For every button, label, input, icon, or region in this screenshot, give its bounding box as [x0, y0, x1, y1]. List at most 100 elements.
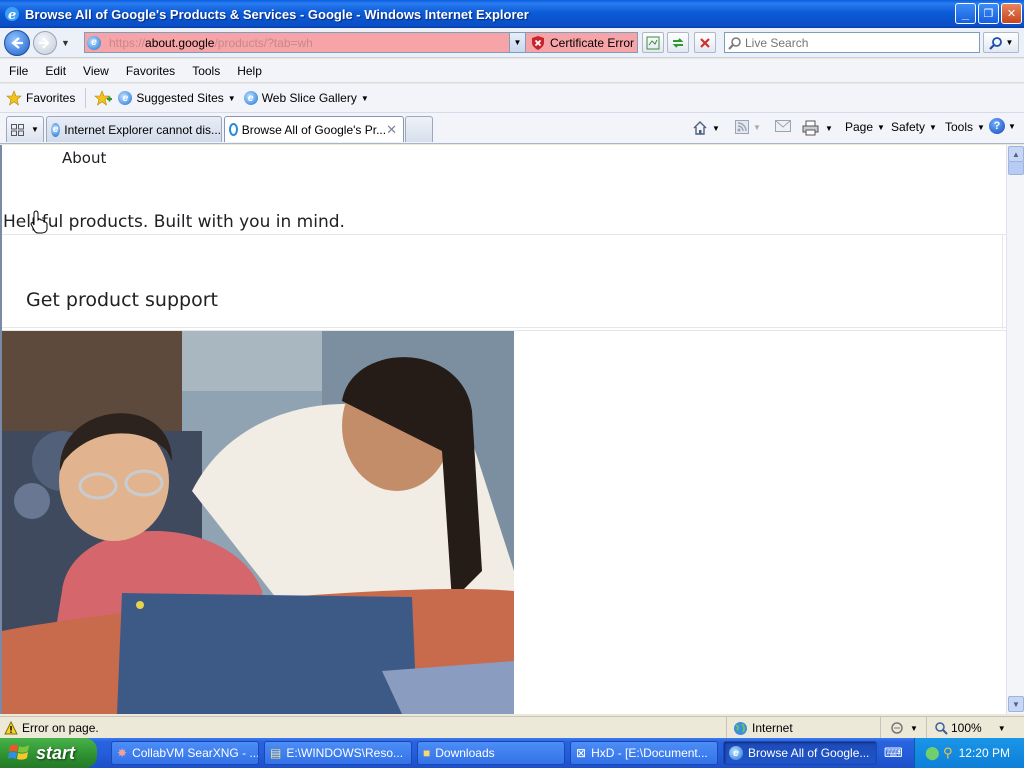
warning-icon[interactable]	[4, 720, 18, 735]
ie-logo-icon: e	[729, 746, 743, 760]
menu-help[interactable]: Help	[228, 64, 270, 78]
hxd-icon: ⊠	[576, 746, 587, 760]
chevron-down-icon: ▼	[929, 122, 937, 132]
taskbar-item-downloads[interactable]: ■ Downloads	[417, 741, 565, 765]
favorites-star-icon	[6, 90, 22, 106]
tab-ie-cannot-display[interactable]: e Internet Explorer cannot dis...	[46, 116, 222, 142]
notepad-icon: ▤	[270, 746, 282, 760]
start-button[interactable]: start	[0, 738, 97, 768]
title-bar[interactable]: e Browse All of Google's Products & Serv…	[0, 0, 1024, 28]
status-bar: Error on page. Internet ▼ 100% ▼	[0, 716, 1024, 739]
tab-list-dropdown-icon[interactable]: ▼	[31, 125, 39, 134]
minimize-button[interactable]: _	[955, 3, 976, 24]
quick-tabs-icon	[11, 123, 25, 136]
search-box[interactable]	[724, 32, 980, 53]
chevron-down-icon: ▼	[997, 723, 1006, 733]
certificate-error-button[interactable]: Certificate Error	[526, 32, 638, 53]
ie-page-icon: e	[243, 91, 258, 105]
taskbar-item-hxd[interactable]: ⊠ HxD - [E:\Document...	[570, 741, 718, 765]
page-tagline: Helpful products. Built with you in mind…	[3, 212, 345, 232]
menu-file[interactable]: File	[0, 64, 36, 78]
folder-icon: ■	[423, 746, 431, 760]
quick-tabs-button[interactable]: ▼	[6, 116, 44, 142]
search-input[interactable]	[745, 35, 965, 50]
chevron-down-icon: ▼	[877, 122, 885, 132]
get-product-support-link[interactable]: Get product support	[26, 289, 218, 311]
maximize-button[interactable]: ❐	[978, 3, 999, 24]
address-bar[interactable]: e https://about.google/products/?tab=wh …	[84, 32, 526, 53]
ie-page-icon: e	[118, 91, 133, 105]
scroll-up-button[interactable]: ▲	[1008, 146, 1024, 162]
search-icon	[728, 36, 741, 50]
menu-tools[interactable]: Tools	[183, 64, 228, 78]
refresh-button[interactable]	[667, 32, 689, 53]
security-zone[interactable]: Internet	[726, 717, 793, 739]
menu-bar: File Edit View Favorites Tools Help	[0, 59, 1024, 83]
refresh-icon	[672, 37, 684, 48]
favorites-bar: Favorites e Suggested Sites ▼ e Web Slic…	[0, 84, 1024, 113]
nav-about-link[interactable]: About	[62, 149, 106, 167]
read-mail-button[interactable]	[775, 120, 791, 132]
feeds-button[interactable]: ▼	[735, 120, 761, 134]
search-go-button[interactable]: ▼	[983, 32, 1019, 53]
suggested-sites-link[interactable]: e Suggested Sites ▼	[118, 91, 236, 105]
search-tray-icon[interactable]: ⚲	[943, 745, 953, 761]
zoom-magnifier-icon	[935, 721, 948, 735]
help-icon: ?	[989, 118, 1005, 134]
new-tab-button[interactable]	[405, 116, 433, 142]
safety-menu-button[interactable]: Safety ▼	[891, 120, 937, 134]
favorites-button[interactable]: Favorites	[6, 90, 75, 106]
menu-edit[interactable]: Edit	[36, 64, 74, 78]
back-arrow-icon	[11, 37, 23, 49]
shield-error-icon	[532, 35, 544, 50]
home-button[interactable]: ▼	[692, 120, 720, 136]
section-divider	[2, 234, 1006, 235]
network-tray-icon[interactable]: ⬤	[925, 745, 940, 761]
section-divider	[2, 327, 1006, 328]
forward-button[interactable]	[33, 31, 57, 55]
zoom-button[interactable]: 100% ▼	[926, 717, 1006, 739]
hero-photo-family-laptop	[2, 331, 514, 714]
system-tray: ⬤ ⚲ 12:20 PM	[914, 738, 1024, 768]
magnifier-icon	[988, 36, 1002, 50]
app-icon: ✸	[117, 746, 128, 760]
printer-icon	[802, 120, 819, 136]
print-button[interactable]: ▼	[802, 120, 833, 136]
stop-icon	[700, 37, 710, 48]
chevron-down-icon: ▼	[977, 122, 985, 132]
menu-favorites[interactable]: Favorites	[117, 64, 183, 78]
taskbar-item-collabvm[interactable]: ✸ CollabVM SearXNG - ...	[111, 741, 259, 765]
tools-menu-button[interactable]: Tools ▼	[945, 120, 985, 134]
close-button[interactable]: ✕	[1001, 3, 1022, 24]
clock[interactable]: 12:20 PM	[959, 746, 1010, 760]
address-dropdown-icon[interactable]: ▼	[509, 33, 525, 52]
close-tab-icon[interactable]: ✕	[386, 122, 397, 138]
compatibility-view-button[interactable]	[642, 32, 664, 53]
recent-pages-dropdown-icon[interactable]: ▼	[61, 38, 70, 48]
home-icon	[693, 121, 707, 135]
chevron-down-icon: ▼	[1008, 121, 1016, 131]
security-settings-icon	[891, 722, 903, 734]
page-menu-button[interactable]: Page ▼	[845, 120, 885, 134]
menu-view[interactable]: View	[74, 64, 117, 78]
language-bar-icon[interactable]: ⌨	[884, 745, 904, 761]
status-message: Error on page.	[22, 720, 99, 735]
taskbar-item-internet-explorer[interactable]: e Browse All of Google...	[723, 741, 877, 765]
add-favorite-star-icon	[94, 90, 113, 106]
scroll-down-button[interactable]: ▼	[1008, 696, 1024, 712]
taskbar-item-windows-resources[interactable]: ▤ E:\WINDOWS\Reso...	[264, 741, 412, 765]
stop-button[interactable]	[694, 32, 716, 53]
windows-logo-icon	[8, 744, 29, 760]
web-slice-gallery-link[interactable]: e Web Slice Gallery ▼	[243, 91, 369, 105]
vertical-scrollbar[interactable]: ▲ ▼	[1006, 145, 1024, 714]
favorites-divider	[85, 88, 87, 108]
search-options-dropdown-icon[interactable]: ▼	[1006, 38, 1014, 47]
protected-mode-button[interactable]: ▼	[880, 717, 918, 739]
ie-logo-icon: e	[5, 7, 19, 22]
tab-browse-google[interactable]: Browse All of Google's Pr... ✕	[224, 116, 404, 142]
scroll-thumb[interactable]	[1008, 161, 1024, 175]
address-url[interactable]: https://about.google/products/?tab=wh	[109, 36, 313, 50]
help-button[interactable]: ? ▼	[989, 118, 1016, 134]
add-to-favorites-button[interactable]	[94, 90, 113, 106]
back-button[interactable]	[4, 30, 30, 56]
